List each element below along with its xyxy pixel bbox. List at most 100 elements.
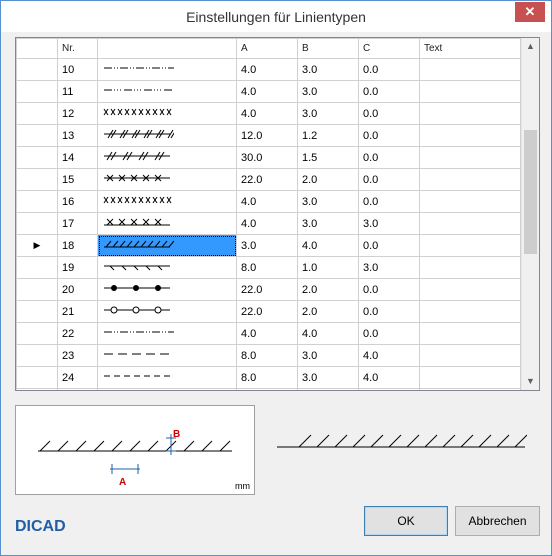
scroll-up-icon[interactable]: ▲: [522, 38, 539, 55]
table-row[interactable]: 23 8.0 3.0 4.0: [16, 344, 521, 367]
table-row[interactable]: [16, 388, 521, 390]
cell-b[interactable]: 2.0: [297, 300, 359, 323]
header-pattern[interactable]: [97, 38, 237, 59]
cell-c[interactable]: 0.0: [358, 146, 420, 169]
cell-a[interactable]: 3.0: [236, 234, 298, 257]
cell-a[interactable]: 8.0: [236, 366, 298, 389]
cell-a[interactable]: 22.0: [236, 300, 298, 323]
cell-text[interactable]: [419, 344, 521, 367]
cell-a[interactable]: 8.0: [236, 256, 298, 279]
cell-b[interactable]: 3.0: [297, 80, 359, 103]
cell-a[interactable]: 4.0: [236, 190, 298, 213]
cell-a[interactable]: 22.0: [236, 278, 298, 301]
cell-pattern[interactable]: [97, 278, 237, 301]
cell-c[interactable]: 0.0: [358, 322, 420, 345]
cell-text[interactable]: [419, 366, 521, 389]
table-row[interactable]: 20 22.0 2.0 0.0: [16, 278, 521, 301]
cell-nr[interactable]: 18: [57, 234, 98, 257]
table-row[interactable]: 21 22.0 2.0 0.0: [16, 300, 521, 323]
cell-nr[interactable]: 11: [57, 80, 98, 103]
cell-c[interactable]: 0.0: [358, 80, 420, 103]
cell-nr[interactable]: 19: [57, 256, 98, 279]
cell-text[interactable]: [419, 146, 521, 169]
linetype-grid[interactable]: Nr. A B C Text 10 4.0 3.0 0.0 11 4.0 3.0 0.0 12 4…: [15, 37, 540, 391]
cell-a[interactable]: 4.0: [236, 58, 298, 81]
close-button[interactable]: ✕: [515, 2, 545, 22]
cell-b[interactable]: 2.0: [297, 168, 359, 191]
cell-pattern[interactable]: [97, 80, 237, 103]
cell-text[interactable]: [419, 102, 521, 125]
cell-b[interactable]: 2.0: [297, 278, 359, 301]
cell-a[interactable]: 22.0: [236, 168, 298, 191]
table-row[interactable]: 15 22.0 2.0 0.0: [16, 168, 521, 191]
scroll-down-icon[interactable]: ▼: [522, 373, 539, 390]
cell-text[interactable]: [419, 300, 521, 323]
cell-c[interactable]: 0.0: [358, 190, 420, 213]
cell-text[interactable]: [419, 322, 521, 345]
cell-pattern[interactable]: [97, 168, 237, 191]
header-a[interactable]: A: [236, 38, 298, 59]
cell-pattern[interactable]: [97, 234, 237, 257]
cell-nr[interactable]: 21: [57, 300, 98, 323]
cell-text[interactable]: [419, 256, 521, 279]
cell-a[interactable]: 4.0: [236, 102, 298, 125]
cell-b[interactable]: 3.0: [297, 344, 359, 367]
cell-pattern[interactable]: [97, 58, 237, 81]
cell-nr[interactable]: 22: [57, 322, 98, 345]
table-row[interactable]: ▶ 18 3.0 4.0 0.0: [16, 234, 521, 257]
cell-a[interactable]: 4.0: [236, 322, 298, 345]
cell-a[interactable]: 4.0: [236, 212, 298, 235]
cell-b[interactable]: 3.0: [297, 190, 359, 213]
cell-c[interactable]: 0.0: [358, 278, 420, 301]
cell-b[interactable]: 1.0: [297, 256, 359, 279]
cell-b[interactable]: 3.0: [297, 366, 359, 389]
cell-a[interactable]: 4.0: [236, 80, 298, 103]
table-row[interactable]: 13 12.0 1.2 0.0: [16, 124, 521, 147]
cell-c[interactable]: 4.0: [358, 344, 420, 367]
table-row[interactable]: 19 8.0 1.0 3.0: [16, 256, 521, 279]
cell-pattern[interactable]: [97, 344, 237, 367]
cell-c[interactable]: 0.0: [358, 234, 420, 257]
cell-pattern[interactable]: [97, 124, 237, 147]
header-c[interactable]: C: [358, 38, 420, 59]
cell-c[interactable]: 4.0: [358, 366, 420, 389]
cell-b[interactable]: 1.5: [297, 146, 359, 169]
table-row[interactable]: 22 4.0 4.0 0.0: [16, 322, 521, 345]
cell-pattern[interactable]: [97, 102, 237, 125]
cell-text[interactable]: [419, 234, 521, 257]
cell-text[interactable]: [419, 58, 521, 81]
cell-b[interactable]: 4.0: [297, 322, 359, 345]
cell-pattern[interactable]: [97, 256, 237, 279]
cell-c[interactable]: 3.0: [358, 212, 420, 235]
cell-b[interactable]: 3.0: [297, 58, 359, 81]
header-b[interactable]: B: [297, 38, 359, 59]
cell-nr[interactable]: 15: [57, 168, 98, 191]
cell-c[interactable]: 0.0: [358, 168, 420, 191]
cell-text[interactable]: [419, 168, 521, 191]
ok-button[interactable]: OK: [364, 506, 448, 536]
cell-nr[interactable]: 20: [57, 278, 98, 301]
table-row[interactable]: 16 4.0 3.0 0.0: [16, 190, 521, 213]
cell-text[interactable]: [419, 190, 521, 213]
cell-c[interactable]: 0.0: [358, 124, 420, 147]
cell-nr[interactable]: 23: [57, 344, 98, 367]
scroll-thumb[interactable]: [524, 130, 537, 254]
header-text[interactable]: Text: [419, 38, 521, 59]
cell-a[interactable]: 8.0: [236, 344, 298, 367]
cell-b[interactable]: 1.2: [297, 124, 359, 147]
cell-nr[interactable]: 16: [57, 190, 98, 213]
header-nr[interactable]: Nr.: [57, 38, 98, 59]
cell-nr[interactable]: 13: [57, 124, 98, 147]
cancel-button[interactable]: Abbrechen: [455, 506, 540, 536]
cell-c[interactable]: 0.0: [358, 300, 420, 323]
cell-nr[interactable]: 12: [57, 102, 98, 125]
cell-b[interactable]: 3.0: [297, 212, 359, 235]
cell-text[interactable]: [419, 80, 521, 103]
vertical-scrollbar[interactable]: ▲ ▼: [521, 38, 539, 390]
cell-pattern[interactable]: [97, 322, 237, 345]
cell-nr[interactable]: 10: [57, 58, 98, 81]
cell-nr[interactable]: 17: [57, 212, 98, 235]
cell-text[interactable]: [419, 124, 521, 147]
cell-pattern[interactable]: [97, 300, 237, 323]
cell-nr[interactable]: 24: [57, 366, 98, 389]
